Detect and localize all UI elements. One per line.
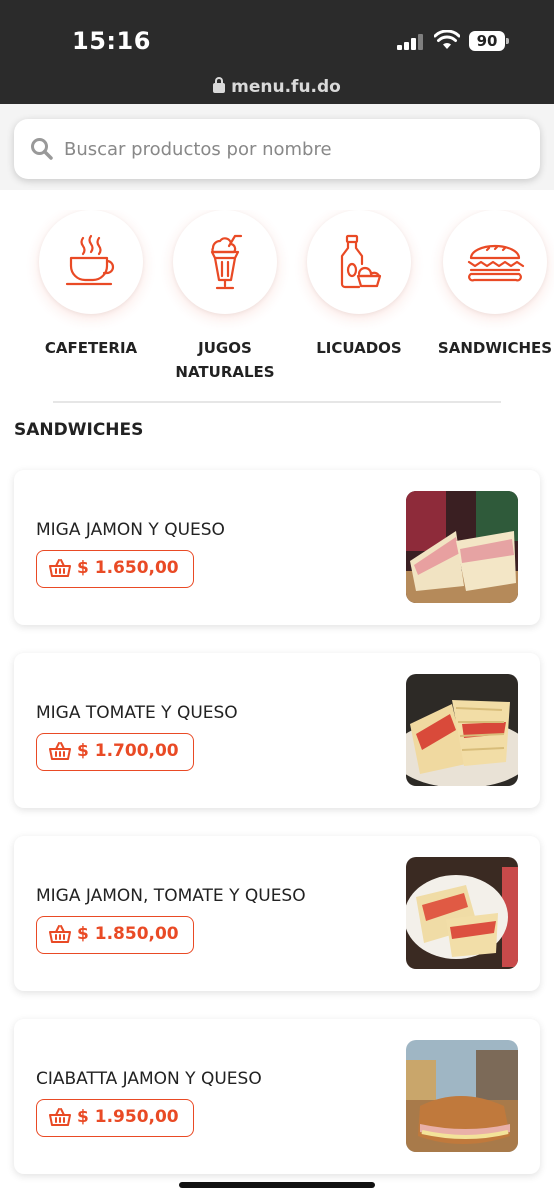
search-icon [31,138,53,160]
cellular-signal-icon [397,34,425,50]
wifi-icon [434,30,460,49]
search-input[interactable] [64,131,524,167]
category-label: SANDWICHES [437,339,553,357]
add-to-basket-button[interactable]: $ 1.650,00 [36,550,194,588]
lock-icon [213,77,226,93]
product-photo [406,491,518,603]
product-name: MIGA JAMON, TOMATE Y QUESO [36,886,306,906]
product-name: CIABATTA JAMON Y QUESO [36,1069,262,1089]
category-icon-circle [173,210,277,314]
product-card[interactable]: MIGA JAMON Y QUESO $ 1.650,00 [14,470,540,625]
basket-icon [49,559,71,577]
add-to-basket-button[interactable]: $ 1.950,00 [36,1099,194,1137]
address-bar[interactable]: menu.fu.do [0,77,554,97]
coffee-cup-icon [65,234,115,286]
clock: 15:16 [72,27,151,55]
browser-status-bar: 15:16 90 menu.fu.do [0,0,554,104]
category-licuados[interactable]: LICUADOS [294,210,424,360]
product-name: MIGA JAMON Y QUESO [36,520,225,540]
category-icon-circle [443,210,547,314]
battery-icon: 90 [469,31,509,51]
add-to-basket-button[interactable]: $ 1.850,00 [36,916,194,954]
url-text: menu.fu.do [231,77,341,97]
product-photo [406,674,518,786]
product-price: $ 1.950,00 [77,1107,179,1127]
basket-icon [49,742,71,760]
product-card[interactable]: MIGA TOMATE Y QUESO $ 1.700,00 [14,653,540,808]
basket-icon [49,925,71,943]
home-indicator[interactable] [179,1182,375,1188]
product-card[interactable]: MIGA JAMON, TOMATE Y QUESO $ 1.850,00 [14,836,540,991]
search-box[interactable] [14,119,540,179]
sandwich-icon [467,244,525,282]
product-name: MIGA TOMATE Y QUESO [36,703,238,723]
smoothie-bottle-icon [340,234,382,289]
product-card[interactable]: CIABATTA JAMON Y QUESO $ 1.950,00 [14,1019,540,1174]
milkshake-icon [210,234,243,290]
search-area [0,104,554,190]
category-icon-circle [39,210,143,314]
product-photo [406,1040,518,1152]
category-label: CAFETERIA [44,339,138,357]
product-price: $ 1.700,00 [77,741,179,761]
product-price: $ 1.850,00 [77,924,179,944]
category-label: LICUADOS [316,339,402,357]
category-carousel[interactable]: CAFETERIA JUGOS NATURALES LICUADOS SANDW… [0,210,554,390]
category-jugos-naturales[interactable]: JUGOS NATURALES [160,210,290,384]
category-cafeteria[interactable]: CAFETERIA [26,210,156,360]
basket-icon [49,1108,71,1126]
product-price: $ 1.650,00 [77,558,179,578]
category-sandwiches[interactable]: SANDWICHES [430,210,554,360]
divider [53,401,501,403]
category-label: JUGOS NATURALES [175,339,275,381]
menu-page: CAFETERIA JUGOS NATURALES [0,104,554,1200]
product-photo [406,857,518,969]
add-to-basket-button[interactable]: $ 1.700,00 [36,733,194,771]
section-title: SANDWICHES [14,420,144,440]
category-icon-circle [307,210,411,314]
